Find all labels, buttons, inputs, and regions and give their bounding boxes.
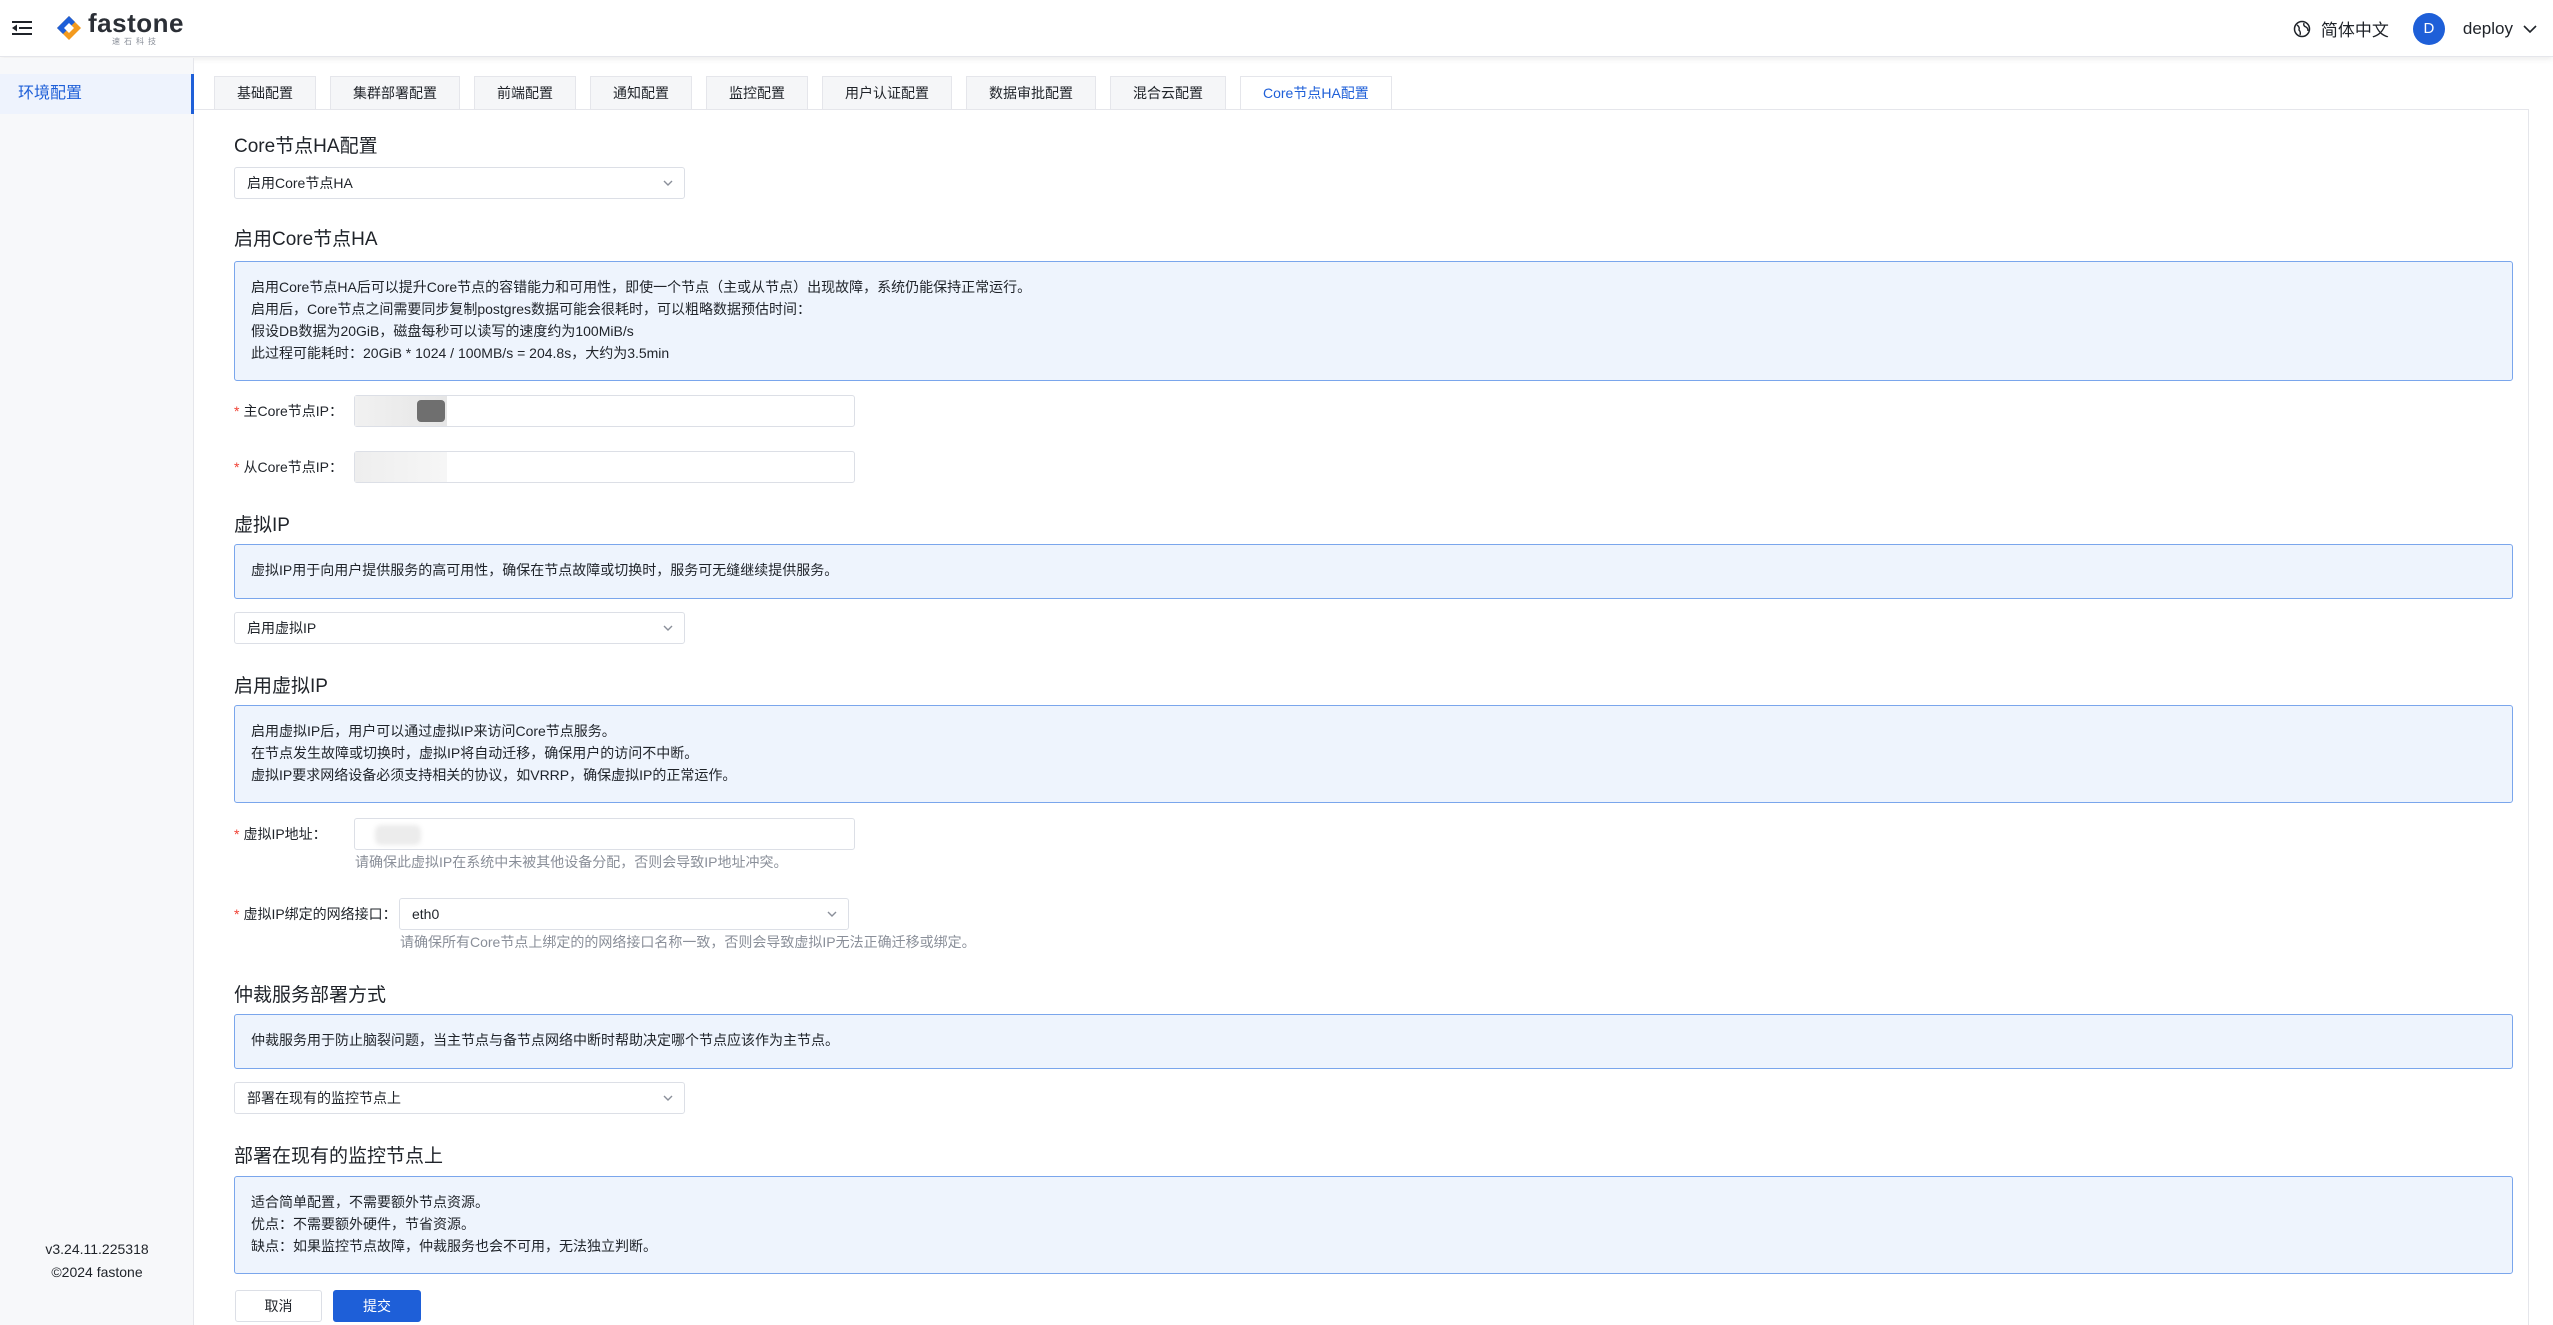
sidebar-footer: v3.24.11.225318 ©2024 fastone bbox=[0, 1238, 194, 1284]
chevron-down-icon bbox=[663, 180, 673, 186]
required-mark: * bbox=[234, 459, 240, 475]
virtual-ip-enabled-title: 启用虚拟IP bbox=[234, 676, 328, 697]
tab-basic[interactable]: 基础配置 bbox=[214, 76, 316, 109]
language-label: 简体中文 bbox=[2320, 21, 2389, 40]
chevron-down-icon bbox=[827, 911, 837, 917]
user-menu[interactable]: D deploy bbox=[2412, 12, 2537, 45]
virtual-ip-interface-label-text: 虚拟IP绑定的网络接口： bbox=[243, 906, 397, 922]
required-mark: * bbox=[234, 826, 240, 842]
info-line: 在节点发生故障或切换时，虚拟IP将自动迁移，确保用户的访问不中断。 bbox=[251, 745, 699, 761]
virtual-ip-address-label-text: 虚拟IP地址： bbox=[243, 826, 327, 842]
tab-user-auth[interactable]: 用户认证配置 bbox=[822, 76, 952, 109]
virtual-ip-enabled-info-box: 启用虚拟IP后，用户可以通过虚拟IP来访问Core节点服务。 在节点发生故障或切… bbox=[234, 705, 2513, 803]
tab-data-approval[interactable]: 数据审批配置 bbox=[966, 76, 1096, 109]
info-line: 虚拟IP用于向用户提供服务的高可用性，确保在节点故障或切换时，服务可无缝继续提供… bbox=[251, 562, 839, 578]
primary-core-ip-label-text: 主Core节点IP： bbox=[243, 403, 344, 419]
tab-notification[interactable]: 通知配置 bbox=[590, 76, 692, 109]
arbiter-info-box: 仲裁服务用于防止脑裂问题，当主节点与备节点网络中断时帮助决定哪个节点应该作为主节… bbox=[234, 1014, 2513, 1069]
core-ha-enabled-title: 启用Core节点HA bbox=[234, 229, 378, 250]
primary-core-ip-input[interactable] bbox=[354, 395, 855, 427]
info-line: 启用虚拟IP后，用户可以通过虚拟IP来访问Core节点服务。 bbox=[251, 723, 616, 739]
arbiter-mode-info-box: 适合简单配置，不需要额外节点资源。 优点：不需要额外硬件，节省资源。 缺点：如果… bbox=[234, 1176, 2513, 1274]
logo-subtext: 速石科技 bbox=[111, 37, 160, 46]
required-mark: * bbox=[234, 403, 240, 419]
secondary-core-ip-input[interactable] bbox=[354, 451, 855, 483]
logo-text: fastone bbox=[88, 8, 184, 38]
info-line: 启用Core节点HA后可以提升Core节点的容错能力和可用性，即使一个节点（主或… bbox=[251, 279, 1032, 295]
chevron-down-icon bbox=[663, 1095, 673, 1101]
virtual-ip-interface-select[interactable]: eth0 bbox=[399, 898, 849, 930]
redacted-value bbox=[375, 825, 421, 845]
fastone-logo[interactable]: fastone 速石科技 bbox=[56, 10, 184, 46]
submit-button[interactable]: 提交 bbox=[333, 1290, 421, 1322]
primary-core-ip-label: * 主Core节点IP： bbox=[234, 401, 343, 421]
tab-frontend[interactable]: 前端配置 bbox=[474, 76, 576, 109]
tab-divider bbox=[194, 109, 2529, 110]
globe-icon bbox=[2293, 20, 2311, 37]
core-ha-select-value: 启用Core节点HA bbox=[247, 175, 353, 191]
arbiter-mode-select[interactable]: 部署在现有的监控节点上 bbox=[234, 1082, 685, 1114]
cancel-button[interactable]: 取消 bbox=[235, 1290, 322, 1322]
virtual-ip-address-input[interactable] bbox=[354, 818, 855, 850]
username: deploy bbox=[2462, 18, 2513, 38]
core-ha-title: Core节点HA配置 bbox=[234, 136, 378, 157]
arbiter-mode-title: 部署在现有的监控节点上 bbox=[234, 1146, 444, 1167]
virtual-ip-info-box: 虚拟IP用于向用户提供服务的高可用性，确保在节点故障或切换时，服务可无缝继续提供… bbox=[234, 544, 2513, 599]
tab-core-ha[interactable]: Core节点HA配置 bbox=[1240, 76, 1392, 110]
virtual-ip-interface-hint: 请确保所有Core节点上绑定的的网络接口名称一致，否则会导致虚拟IP无法正确迁移… bbox=[400, 934, 976, 950]
virtual-ip-address-label: * 虚拟IP地址： bbox=[234, 824, 327, 844]
core-ha-info-box: 启用Core节点HA后可以提升Core节点的容错能力和可用性，即使一个节点（主或… bbox=[234, 261, 2513, 381]
menu-toggle-icon[interactable] bbox=[8, 14, 36, 42]
virtual-ip-select-value: 启用虚拟IP bbox=[247, 620, 317, 636]
redacted-value bbox=[417, 400, 445, 422]
config-tabs: 基础配置 集群部署配置 前端配置 通知配置 监控配置 用户认证配置 数据审批配置… bbox=[214, 76, 1406, 110]
virtual-ip-interface-label: * 虚拟IP绑定的网络接口： bbox=[234, 904, 397, 924]
info-line: 假设DB数据为20GiB，磁盘每秒可以读写的速度约为100MiB/s bbox=[251, 323, 634, 339]
virtual-ip-address-hint: 请确保此虚拟IP在系统中未被其他设备分配，否则会导致IP地址冲突。 bbox=[355, 854, 788, 870]
version-text: v3.24.11.225318 bbox=[45, 1241, 149, 1257]
info-line: 仲裁服务用于防止脑裂问题，当主节点与备节点网络中断时帮助决定哪个节点应该作为主节… bbox=[251, 1032, 839, 1048]
required-mark: * bbox=[234, 906, 240, 922]
info-line: 虚拟IP要求网络设备必须支持相关的协议，如VRRP，确保虚拟IP的正常运作。 bbox=[251, 767, 737, 783]
fastone-logo-icon bbox=[57, 16, 81, 40]
core-ha-select[interactable]: 启用Core节点HA bbox=[234, 167, 685, 199]
info-line: 适合简单配置，不需要额外节点资源。 bbox=[251, 1194, 489, 1210]
copyright-text: ©2024 fastone bbox=[51, 1264, 143, 1280]
info-line: 此过程可能耗时：20GiB * 1024 / 100MB/s = 204.8s，… bbox=[251, 345, 670, 361]
virtual-ip-title: 虚拟IP bbox=[234, 515, 290, 536]
top-header: fastone 速石科技 简体中文 D deploy bbox=[0, 0, 2553, 57]
chevron-down-icon bbox=[663, 625, 673, 631]
arbiter-mode-value: 部署在现有的监控节点上 bbox=[247, 1090, 401, 1106]
tab-cluster-deploy[interactable]: 集群部署配置 bbox=[330, 76, 460, 109]
info-line: 优点：不需要额外硬件，节省资源。 bbox=[251, 1216, 475, 1232]
virtual-ip-interface-value: eth0 bbox=[412, 906, 440, 922]
arbiter-title: 仲裁服务部署方式 bbox=[234, 985, 387, 1006]
secondary-core-ip-label: * 从Core节点IP： bbox=[234, 457, 343, 477]
redacted-value bbox=[355, 452, 447, 482]
language-switcher[interactable]: 简体中文 bbox=[2293, 16, 2389, 41]
avatar: D bbox=[2412, 12, 2445, 45]
tab-hybrid-cloud[interactable]: 混合云配置 bbox=[1110, 76, 1226, 109]
info-line: 缺点：如果监控节点故障，仲裁服务也会不可用，无法独立判断。 bbox=[251, 1238, 657, 1254]
chevron-down-icon bbox=[2523, 24, 2537, 33]
secondary-core-ip-label-text: 从Core节点IP： bbox=[243, 459, 344, 475]
content-right-border bbox=[2528, 109, 2529, 1325]
info-line: 启用后，Core节点之间需要同步复制postgres数据可能会很耗时，可以粗略数… bbox=[251, 301, 812, 317]
tab-monitoring[interactable]: 监控配置 bbox=[706, 76, 808, 109]
sidebar: 环境配置 v3.24.11.225318 ©2024 fastone bbox=[0, 58, 194, 1325]
virtual-ip-select[interactable]: 启用虚拟IP bbox=[234, 612, 685, 644]
sidebar-item-env-config[interactable]: 环境配置 bbox=[0, 74, 194, 114]
